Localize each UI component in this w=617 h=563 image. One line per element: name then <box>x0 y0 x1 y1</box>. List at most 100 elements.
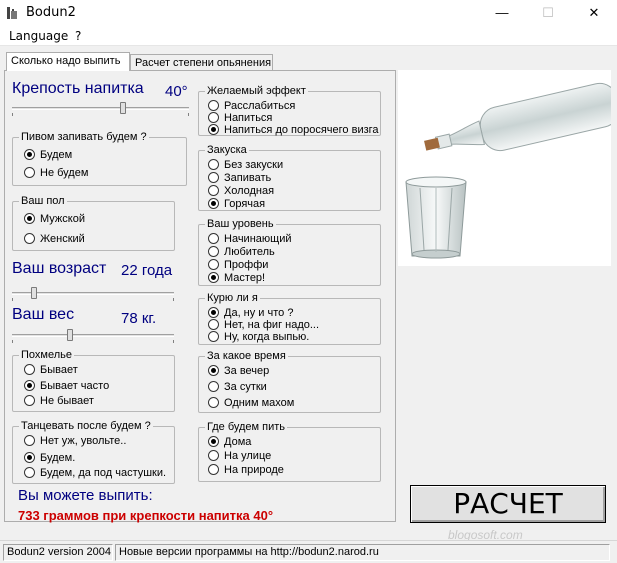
bottle-glass-image <box>398 70 617 266</box>
radio-label: Мастер! <box>224 272 266 284</box>
radio-dot-icon <box>208 436 219 447</box>
radio-dot-icon <box>208 198 219 209</box>
age-slider[interactable] <box>12 286 174 301</box>
level-group: Ваш уровень Начинающий Любитель Проффи М… <box>198 218 381 286</box>
radio-time-one-go[interactable]: Одним махом <box>208 397 294 409</box>
radio-label: Проффи <box>224 259 269 271</box>
radio-dot-icon <box>208 307 219 318</box>
radio-dot-icon <box>24 435 35 446</box>
group-title: Ваш уровень <box>205 218 276 230</box>
radio-place-nature[interactable]: На природе <box>208 464 284 476</box>
radio-level-pro[interactable]: Проффи <box>208 259 268 271</box>
radio-dot-icon <box>208 381 219 392</box>
group-title: За какое время <box>205 350 288 362</box>
radio-smoke-no[interactable]: Нет, на фиг надо... <box>208 319 319 331</box>
radio-dot-icon <box>208 464 219 475</box>
radio-label: На природе <box>224 464 284 476</box>
radio-effect-drunk[interactable]: Напиться <box>208 112 272 124</box>
radio-dot-icon <box>208 185 219 196</box>
radio-label: Одним махом <box>224 397 295 409</box>
radio-label: Без закуски <box>224 159 284 171</box>
radio-label: Ну, когда выпью. <box>224 331 310 343</box>
radio-label: На улице <box>224 450 272 462</box>
hangover-group: Похмелье Бывает Бывает часто Не бывает <box>12 349 175 412</box>
radio-snack-cold[interactable]: Холодная <box>208 185 274 197</box>
dance-group: Танцевать после будем ? Нет уж, увольте.… <box>12 420 175 484</box>
radio-label: Мужской <box>40 213 85 225</box>
radio-effect-relax[interactable]: Расслабиться <box>208 100 295 112</box>
calculate-button[interactable]: РАСЧЕТ <box>410 485 606 523</box>
radio-label: За сутки <box>224 381 267 393</box>
group-title: Курю ли я <box>205 292 260 304</box>
radio-sex-female[interactable]: Женский <box>24 233 85 245</box>
radio-dot-icon <box>24 452 35 463</box>
radio-snack-chase[interactable]: Запивать <box>208 172 271 184</box>
radio-label: Холодная <box>224 185 275 197</box>
weight-value: 78 кг. <box>121 310 157 327</box>
radio-dot-icon <box>24 380 35 391</box>
radio-dot-icon <box>208 124 219 135</box>
radio-place-street[interactable]: На улице <box>208 450 271 462</box>
radio-level-beginner[interactable]: Начинающий <box>208 233 291 245</box>
menu-language[interactable]: Language <box>9 29 68 43</box>
bottle-icon <box>405 82 617 259</box>
radio-dot-icon <box>208 172 219 183</box>
group-title: Ваш пол <box>19 195 67 207</box>
radio-level-master[interactable]: Мастер! <box>208 272 265 284</box>
tab-label: Расчет степени опьянения <box>135 57 272 69</box>
weight-label: Ваш вес <box>12 306 75 323</box>
slider-thumb[interactable] <box>67 329 73 341</box>
radio-label: Будем, да под частушки. <box>40 467 167 479</box>
radio-hangover-sometimes[interactable]: Бывает <box>24 364 78 376</box>
slider-thumb[interactable] <box>31 287 37 299</box>
radio-place-home[interactable]: Дома <box>208 436 251 448</box>
radio-label: Будем. <box>40 452 76 464</box>
radio-hangover-often[interactable]: Бывает часто <box>24 380 109 392</box>
age-value: 22 года <box>121 262 173 279</box>
radio-dance-yes[interactable]: Будем. <box>24 452 75 464</box>
group-title: Желаемый эффект <box>205 85 308 97</box>
radio-time-day[interactable]: За сутки <box>208 381 267 393</box>
result-label: Вы можете выпить: <box>18 487 153 504</box>
sex-group: Ваш пол Мужской Женский <box>12 195 175 251</box>
radio-sex-male[interactable]: Мужской <box>24 213 85 225</box>
radio-dot-icon <box>208 233 219 244</box>
menu-help[interactable]: ? <box>75 29 81 43</box>
radio-effect-wasted[interactable]: Напиться до поросячего визга <box>208 124 379 136</box>
title-bar: Bodun2 — ☐ ✕ <box>0 0 617 26</box>
radio-beer-yes[interactable]: Будем <box>24 149 72 161</box>
close-button[interactable]: ✕ <box>571 0 617 26</box>
radio-dance-chastushki[interactable]: Будем, да под частушки. <box>24 467 166 479</box>
tab-intoxication[interactable]: Расчет степени опьянения <box>130 54 273 71</box>
app-icon <box>7 7 17 19</box>
strength-value: 40° <box>165 83 188 100</box>
radio-dance-no[interactable]: Нет уж, увольте.. <box>24 435 126 447</box>
tab-how-much[interactable]: Сколько надо выпить <box>6 52 130 71</box>
radio-beer-no[interactable]: Не будем <box>24 167 88 179</box>
slider-thumb[interactable] <box>120 102 126 114</box>
group-title: Пивом запивать будем ? <box>19 131 149 143</box>
radio-smoke-yes[interactable]: Да, ну и что ? <box>208 307 293 319</box>
radio-hangover-never[interactable]: Не бывает <box>24 395 94 407</box>
radio-dot-icon <box>24 213 35 224</box>
tab-label: Сколько надо выпить <box>11 55 121 67</box>
effect-group: Желаемый эффект Расслабиться Напиться На… <box>198 85 381 136</box>
radio-snack-hot[interactable]: Горячая <box>208 198 265 210</box>
radio-label: Напиться до поросячего визга <box>224 124 379 136</box>
radio-level-amateur[interactable]: Любитель <box>208 246 275 258</box>
status-message: Новые версии программы на http://bodun2.… <box>115 544 610 561</box>
radio-dot-icon <box>208 397 219 408</box>
group-title: Похмелье <box>19 349 74 361</box>
radio-time-evening[interactable]: За вечер <box>208 365 269 377</box>
radio-label: Женский <box>40 233 85 245</box>
radio-dot-icon <box>24 364 35 375</box>
weight-slider[interactable] <box>12 328 174 343</box>
radio-label: Не бывает <box>40 395 94 407</box>
radio-label: Нет уж, увольте.. <box>40 435 127 447</box>
radio-smoke-when-drinking[interactable]: Ну, когда выпью. <box>208 331 309 343</box>
radio-label: Не будем <box>40 167 89 179</box>
minimize-button[interactable]: — <box>479 0 525 26</box>
radio-dot-icon <box>208 319 219 330</box>
radio-snack-none[interactable]: Без закуски <box>208 159 283 171</box>
strength-slider[interactable] <box>12 101 189 116</box>
